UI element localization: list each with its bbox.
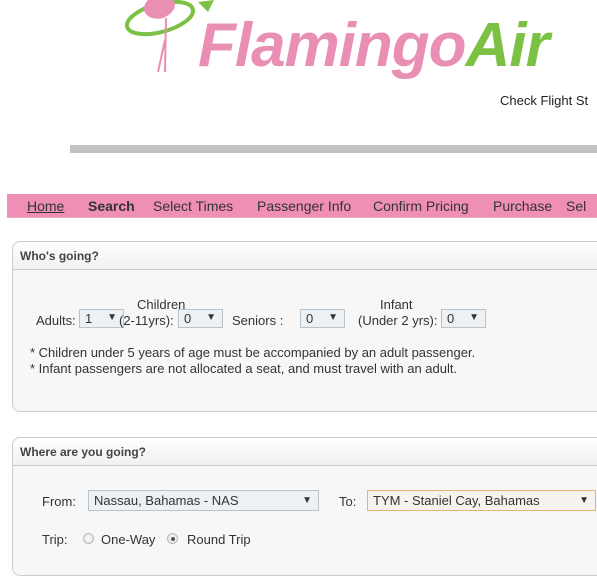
nav-confirm-pricing[interactable]: Confirm Pricing xyxy=(373,198,469,214)
to-value: TYM - Staniel Cay, Bahamas xyxy=(373,493,540,508)
adults-label: Adults: xyxy=(36,313,76,328)
nav-select-times[interactable]: Select Times xyxy=(153,198,233,214)
chevron-down-icon: ▼ xyxy=(302,495,312,506)
children-note: * Children under 5 years of age must be … xyxy=(30,345,476,360)
nav-search[interactable]: Search xyxy=(88,198,135,214)
trip-label: Trip: xyxy=(42,532,68,547)
nav-home[interactable]: Home xyxy=(27,198,64,214)
round-trip-label[interactable]: Round Trip xyxy=(187,532,251,547)
to-label: To: xyxy=(339,494,357,509)
brand-name-part2: Air xyxy=(465,11,550,80)
adults-value: 1 xyxy=(85,311,93,326)
from-label: From: xyxy=(42,494,76,509)
nav-purchase[interactable]: Purchase xyxy=(493,198,552,214)
from-value: Nassau, Bahamas - NAS xyxy=(94,493,239,508)
panel-title: Where are you going? xyxy=(13,438,597,466)
whos-going-panel: Who's going? Adults: 1 ▼ Children (2-11yr… xyxy=(12,241,597,412)
infant-select[interactable]: 0 ▼ xyxy=(441,309,486,328)
children-select[interactable]: 0 ▼ xyxy=(178,309,223,328)
seniors-label: Seniors : xyxy=(232,313,284,328)
chevron-down-icon: ▼ xyxy=(206,312,216,323)
one-way-label[interactable]: One-Way xyxy=(101,532,155,547)
children-value: 0 xyxy=(184,311,192,326)
infant-value: 0 xyxy=(447,311,455,326)
brand-logo[interactable]: FlamingoAir xyxy=(198,11,550,80)
infant-note: * Infant passengers are not allocated a … xyxy=(30,361,458,376)
infant-age-label: (Under 2 yrs): xyxy=(358,313,438,328)
to-select[interactable]: TYM - Staniel Cay, Bahamas ▼ xyxy=(367,490,596,511)
infant-label: Infant xyxy=(380,297,413,312)
divider xyxy=(70,145,597,153)
from-select[interactable]: Nassau, Bahamas - NAS ▼ xyxy=(88,490,319,511)
children-age-label: (2-11yrs): xyxy=(119,313,174,328)
panel-title: Who's going? xyxy=(13,242,597,270)
chevron-down-icon: ▼ xyxy=(469,312,479,323)
round-trip-radio[interactable] xyxy=(167,533,178,544)
nav-select-seats[interactable]: Sel xyxy=(566,198,586,214)
seniors-value: 0 xyxy=(306,311,314,326)
chevron-down-icon: ▼ xyxy=(579,495,589,506)
one-way-radio[interactable] xyxy=(83,533,94,544)
chevron-down-icon: ▼ xyxy=(107,312,117,323)
nav-bar: Home Search Select Times Passenger Info … xyxy=(7,194,597,218)
check-flight-status-link[interactable]: Check Flight St xyxy=(500,93,588,108)
nav-passenger-info[interactable]: Passenger Info xyxy=(257,198,351,214)
where-going-panel: Where are you going? From: Nassau, Baham… xyxy=(12,437,597,576)
seniors-select[interactable]: 0 ▼ xyxy=(300,309,345,328)
chevron-down-icon: ▼ xyxy=(328,312,338,323)
brand-name-part1: Flamingo xyxy=(198,11,467,80)
adults-select[interactable]: 1 ▼ xyxy=(79,309,124,328)
